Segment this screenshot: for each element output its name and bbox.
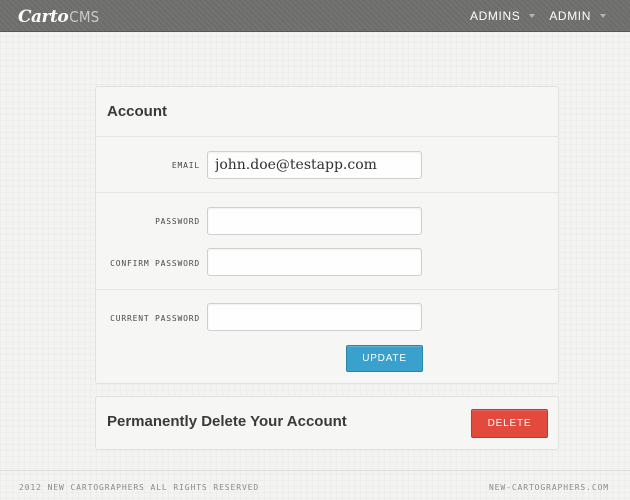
chevron-down-icon	[529, 14, 536, 18]
divider	[96, 192, 558, 193]
nav-admin-label: ADMIN	[549, 9, 591, 23]
nav-admin-dropdown[interactable]: ADMIN	[549, 9, 606, 23]
logo-suffix: CMS	[69, 8, 100, 26]
divider	[96, 289, 558, 290]
cartocms-logo[interactable]: Carto CMS	[18, 7, 100, 27]
email-label: EMAIL	[171, 161, 200, 170]
confirm-password-label: CONFIRM PASSWORD	[110, 259, 200, 268]
delete-account-panel: Permanently Delete Your Account DELETE	[95, 396, 559, 450]
top-navigation-bar: Carto CMS ADMINS ADMIN	[0, 0, 630, 32]
current-password-label: CURRENT PASSWORD	[110, 314, 200, 323]
header-nav: ADMINS ADMIN	[456, 0, 606, 32]
footer-copyright: 2012 NEW CARTOGRAPHERS ALL RIGHTS RESERV…	[19, 483, 260, 492]
nav-admins-dropdown[interactable]: ADMINS	[470, 9, 536, 23]
divider	[96, 136, 558, 137]
delete-account-title: Permanently Delete Your Account	[107, 413, 347, 430]
nav-admins-label: ADMINS	[470, 9, 521, 23]
update-button[interactable]: UPDATE	[346, 345, 423, 372]
password-label: PASSWORD	[155, 217, 200, 226]
account-title: Account	[107, 103, 167, 120]
email-field[interactable]	[207, 151, 422, 179]
footer-divider	[0, 470, 630, 471]
current-password-field[interactable]	[207, 303, 422, 331]
footer-site-link[interactable]: NEW-CARTOGRAPHERS.COM	[489, 483, 609, 492]
password-field[interactable]	[207, 207, 422, 235]
chevron-down-icon	[600, 14, 606, 18]
confirm-password-field[interactable]	[207, 248, 422, 276]
logo-script: Carto	[18, 7, 69, 27]
delete-button[interactable]: DELETE	[471, 409, 548, 438]
account-panel: Account EMAIL PASSWORD CONFIRM PASSWORD …	[95, 86, 559, 384]
